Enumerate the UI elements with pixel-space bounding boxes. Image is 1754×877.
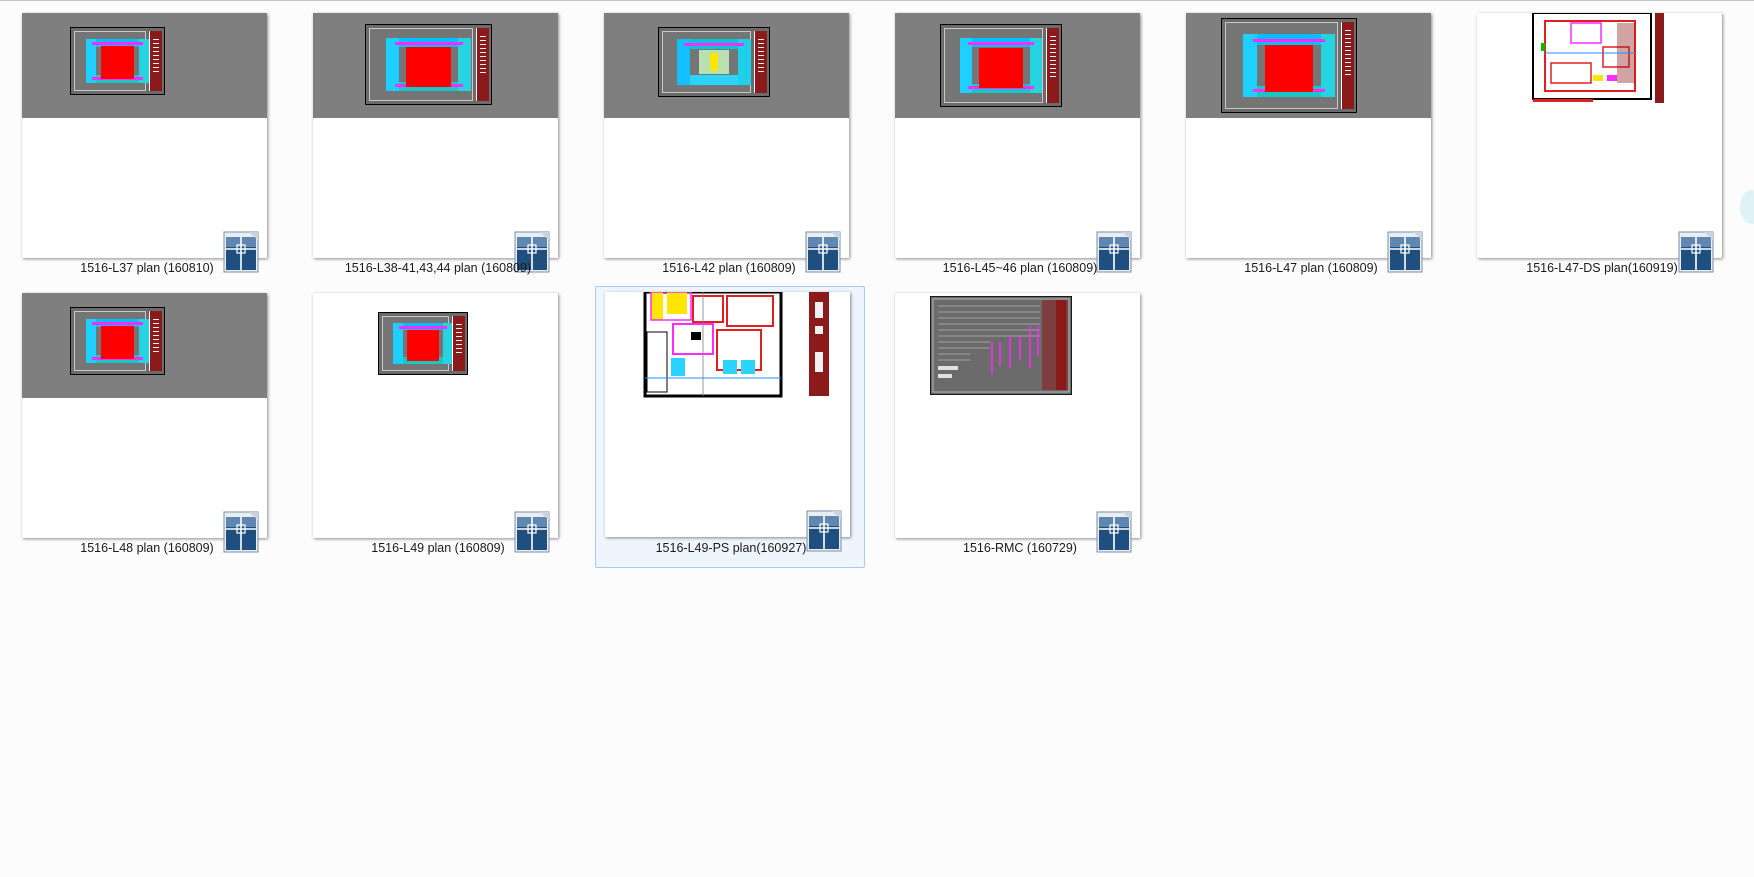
file-tile[interactable]: 1516-L45~46 plan (160809): [884, 9, 1154, 291]
file-thumbnail: [22, 293, 267, 538]
file-thumbnail: [22, 13, 267, 258]
file-tile-selected[interactable]: 1516-L49-PS plan(160927): [595, 286, 865, 568]
file-tile[interactable]: 1516-RMC (160729): [884, 289, 1154, 571]
file-thumbnail: [895, 293, 1140, 538]
schedule-drawing: [930, 296, 1072, 395]
floor-plan-drawing: [1531, 13, 1671, 105]
file-tile[interactable]: 1516-L48 plan (160809): [11, 289, 281, 571]
file-name-label: 1516-L47-DS plan(160919): [1526, 261, 1678, 275]
file-tile[interactable]: 1516-L37 plan (160810): [11, 9, 281, 291]
file-thumbnail: [313, 293, 558, 538]
file-name-label: 1516-RMC (160729): [963, 541, 1077, 555]
file-name-label: 1516-L49-PS plan(160927): [655, 541, 807, 555]
file-tile[interactable]: 1516-L47 plan (160809): [1175, 9, 1445, 291]
file-tile[interactable]: 1516-L49 plan (160809): [302, 289, 572, 571]
file-tile[interactable]: 1516-L47-DS plan(160919): [1466, 9, 1736, 291]
file-name-label: 1516-L45~46 plan (160809): [942, 261, 1098, 275]
file-thumbnail: [1477, 13, 1722, 258]
floor-plan-drawing: [643, 292, 848, 402]
file-thumbnail: [313, 13, 558, 258]
file-thumbnail: [1186, 13, 1431, 258]
file-name-label: 1516-L49 plan (160809): [371, 541, 505, 555]
file-thumbnail: [604, 13, 849, 258]
file-tile[interactable]: 1516-L42 plan (160809): [593, 9, 863, 291]
file-name-label: 1516-L38-41,43,44 plan (160809): [344, 261, 532, 275]
file-name-label: 1516-L47 plan (160809): [1244, 261, 1378, 275]
file-name-label: 1516-L48 plan (160809): [80, 541, 214, 555]
file-thumbnail: [605, 292, 850, 537]
file-tile[interactable]: 1516-L38-41,43,44 plan (160809): [302, 9, 572, 291]
file-name-label: 1516-L37 plan (160810): [80, 261, 214, 275]
file-grid: 1516-L37 plan (160810) 1516-L38-41,43,44…: [0, 0, 1754, 877]
file-thumbnail: [895, 13, 1140, 258]
file-name-label: 1516-L42 plan (160809): [662, 261, 796, 275]
